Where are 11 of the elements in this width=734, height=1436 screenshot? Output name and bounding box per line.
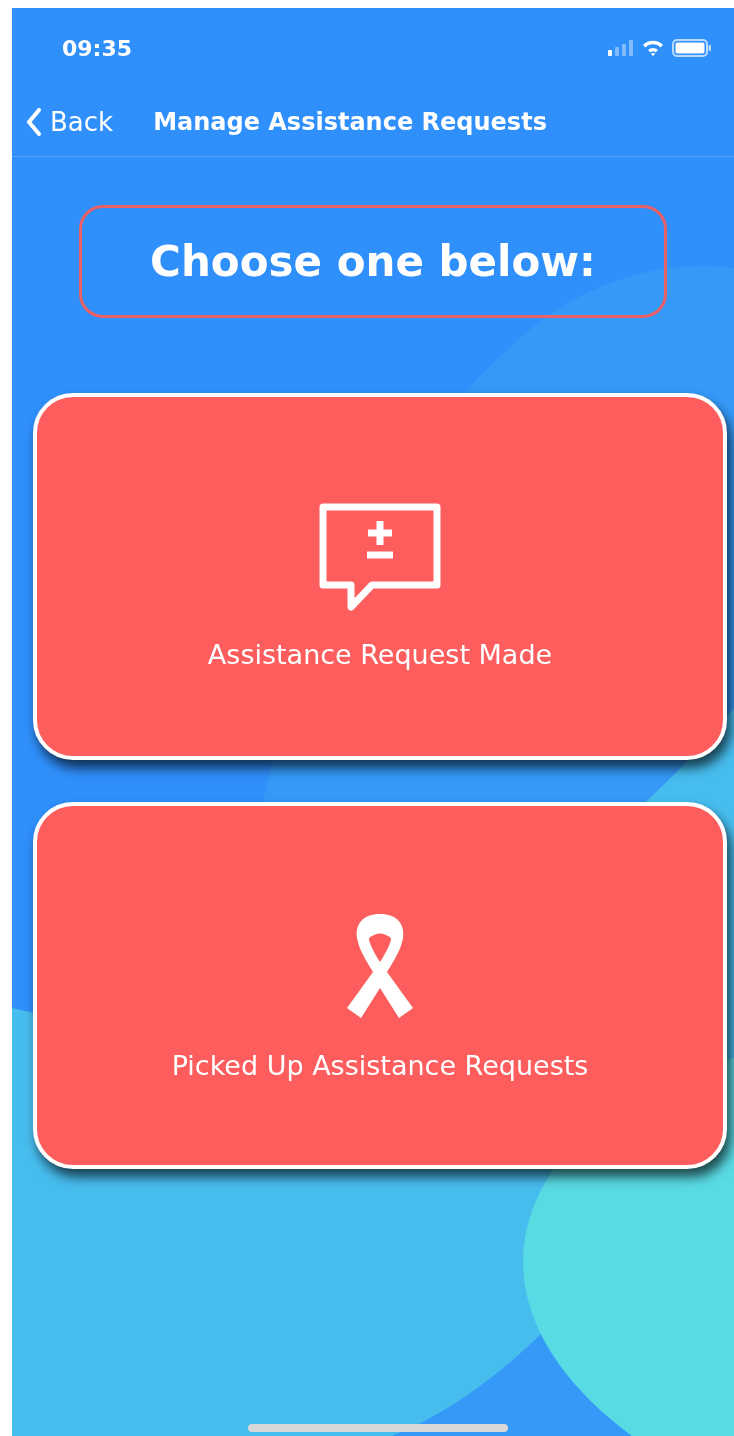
option-card[interactable]: Assistance Request Made [33, 393, 727, 760]
heading-banner: Choose one below: [79, 205, 667, 318]
battery-icon [672, 39, 712, 57]
plus-minus-message-icon [317, 502, 443, 611]
screen-title: Manage Assistance Requests [153, 108, 547, 136]
wifi-icon [642, 40, 664, 56]
signal-icon [608, 40, 634, 56]
option-card[interactable]: Picked Up Assistance Requests [33, 802, 727, 1169]
status-time: 09:35 [62, 35, 133, 61]
chevron-left-icon [26, 108, 42, 136]
back-button[interactable]: Back [26, 107, 114, 137]
